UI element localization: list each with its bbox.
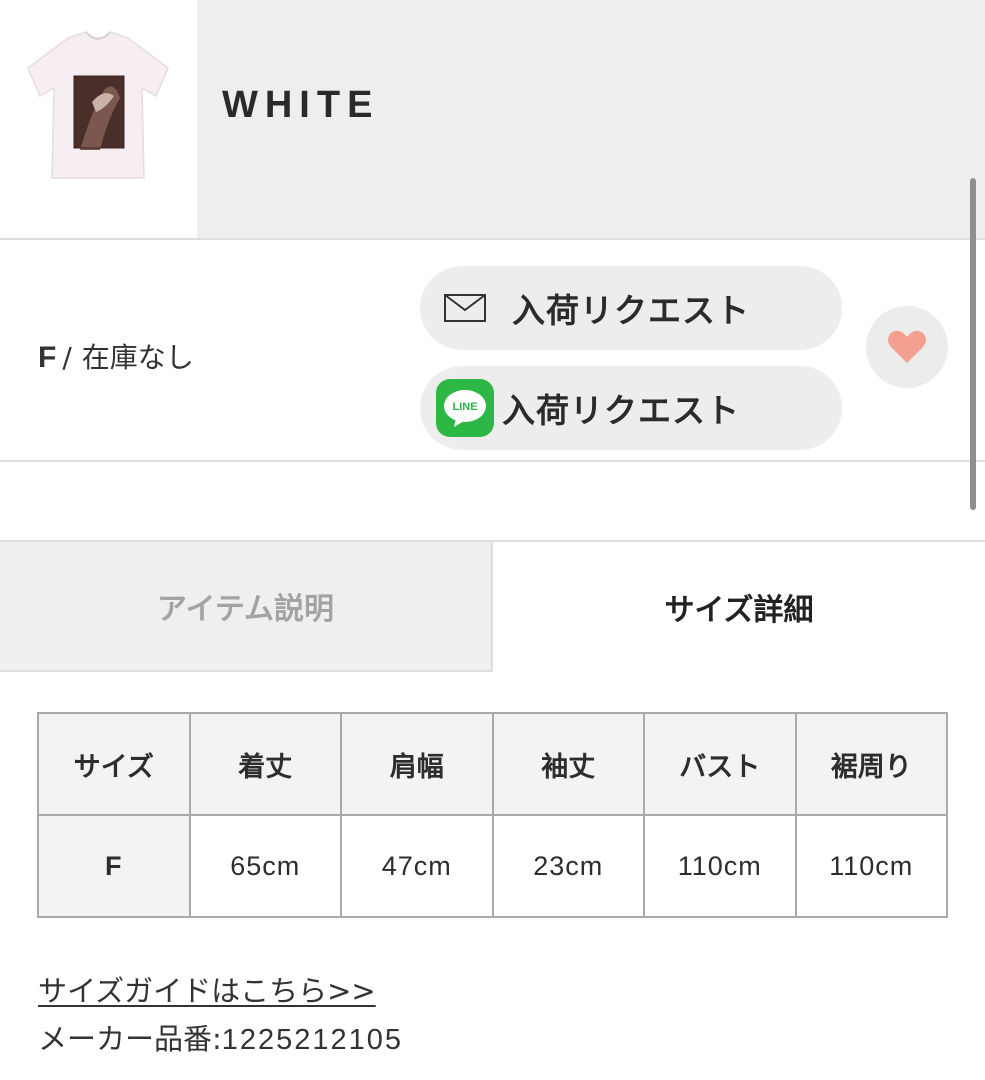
detail-tabs: アイテム説明 サイズ詳細	[0, 540, 985, 672]
tab-item-description[interactable]: アイテム説明	[0, 540, 493, 672]
cell-bust: 110cm	[643, 814, 797, 918]
stock-status: 在庫なし	[81, 341, 194, 374]
envelope-icon	[444, 294, 486, 322]
mail-restock-request-button[interactable]: 入荷リクエスト	[420, 266, 842, 350]
separator: /	[62, 341, 72, 374]
maker-label: メーカー品番:	[38, 1022, 222, 1056]
color-name: WHITE	[222, 84, 380, 126]
cell-sleeve: 23cm	[491, 814, 645, 918]
size-stock-row: F / 在庫なし 入荷リクエスト LINE 入荷リクエスト	[0, 240, 985, 462]
scrollbar-thumb[interactable]	[970, 178, 976, 510]
line-icon-text: LINE	[452, 401, 477, 413]
tab-size-details[interactable]: サイズ詳細	[493, 540, 985, 672]
product-thumbnail[interactable]	[0, 0, 197, 238]
maker-part-number: メーカー品番:1225212105	[38, 1016, 403, 1058]
size-value: F	[38, 341, 57, 374]
tshirt-image	[27, 31, 169, 179]
header-size: サイズ	[37, 712, 191, 816]
cell-hem: 110cm	[794, 814, 948, 918]
header-hem: 裾周り	[794, 712, 948, 816]
line-app-icon: LINE	[436, 379, 494, 437]
mail-request-label: 入荷リクエスト	[512, 291, 750, 330]
header-length: 着丈	[188, 712, 342, 816]
line-restock-request-button[interactable]: LINE 入荷リクエスト	[420, 366, 842, 450]
table-header-row: サイズ 着丈 肩幅 袖丈 バスト 裾周り	[37, 712, 948, 816]
size-table: サイズ 着丈 肩幅 袖丈 バスト 裾周り F 65cm 47cm 23cm 11…	[37, 712, 948, 918]
cell-shoulder: 47cm	[340, 814, 494, 918]
size-guide-link[interactable]: サイズガイドはこちら>>	[38, 968, 376, 1010]
size-stock-label: F / 在庫なし	[38, 336, 194, 376]
cell-size: F	[37, 814, 191, 918]
line-request-label: 入荷リクエスト	[502, 391, 740, 430]
header-bust: バスト	[643, 712, 797, 816]
cell-length: 65cm	[188, 814, 342, 918]
header-shoulder: 肩幅	[340, 712, 494, 816]
heart-icon	[888, 330, 926, 363]
maker-number: 1225212105	[221, 1024, 404, 1056]
color-panel[interactable]: WHITE	[197, 0, 985, 238]
color-option-row[interactable]: WHITE	[0, 0, 985, 240]
header-sleeve: 袖丈	[491, 712, 645, 816]
table-row: F 65cm 47cm 23cm 110cm 110cm	[37, 814, 948, 918]
favorite-button[interactable]	[866, 306, 948, 388]
